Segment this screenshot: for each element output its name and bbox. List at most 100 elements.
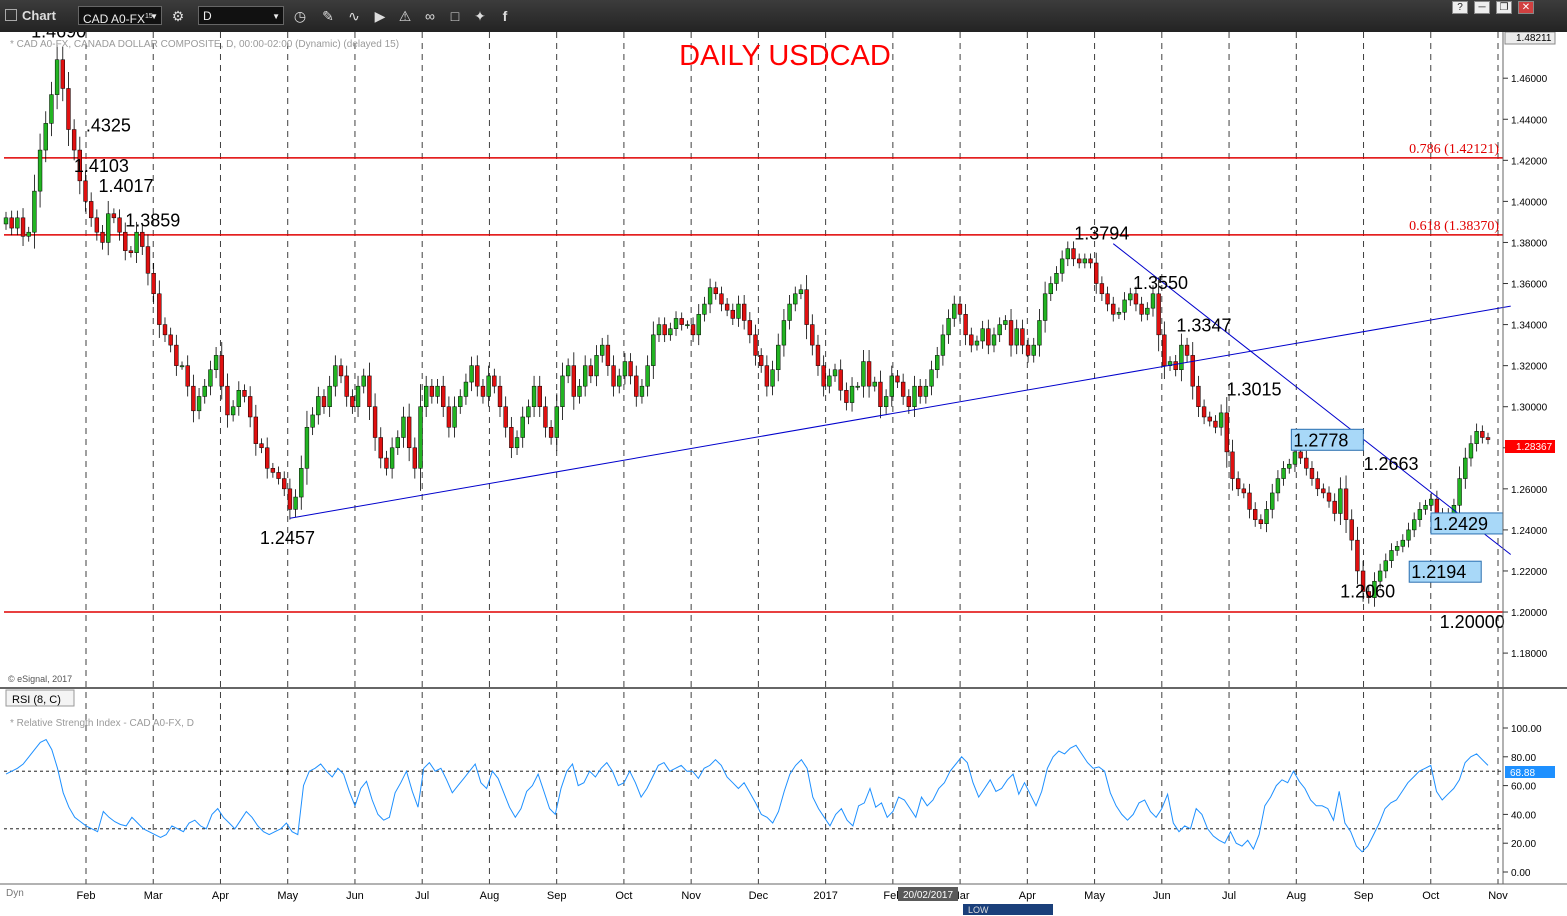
candle-body: [26, 231, 31, 237]
candle-body: [9, 217, 14, 229]
candle-body: [1031, 344, 1036, 356]
candle-body: [1463, 457, 1468, 479]
candle-body: [514, 437, 520, 449]
candle-body: [475, 365, 480, 387]
candle-body: [1457, 478, 1462, 506]
level-label: 0.618 (1.38370): [1409, 219, 1499, 234]
annotation-label: 1.2778: [1293, 430, 1348, 450]
rsi-tick-label: 80.00: [1511, 753, 1536, 764]
comment-icon[interactable]: □: [445, 6, 465, 26]
candle-body: [974, 340, 980, 346]
candle-body: [651, 334, 656, 366]
candle-body: [1122, 299, 1127, 313]
chart-area[interactable]: 0.786 (1.42121)0.618 (1.38370) 1.4690.43…: [0, 32, 1567, 916]
candle-body: [906, 396, 912, 407]
candle-body: [724, 303, 730, 311]
candle-body: [1156, 293, 1161, 336]
price-tick-label: 1.26000: [1511, 485, 1548, 496]
candle-body: [520, 416, 525, 438]
candle-body: [1065, 248, 1070, 260]
candle-body: [1304, 457, 1309, 469]
price-chart[interactable]: 0.786 (1.42121)0.618 (1.38370) 1.4690.43…: [0, 32, 1567, 916]
candle-body: [162, 324, 168, 336]
minimize-button[interactable]: ─: [1474, 1, 1490, 14]
annotation-label: 1.2060: [1340, 582, 1395, 602]
candle-body: [236, 390, 241, 407]
candle-body: [1133, 293, 1139, 305]
candle-body: [37, 149, 43, 192]
candle-body: [247, 396, 253, 418]
play-icon[interactable]: ▶: [370, 6, 390, 26]
candle-body: [15, 217, 20, 229]
rsi-pane: 100.00 80.00 60.00 40.00 20.00 0.00: [4, 689, 1542, 879]
candle-body: [157, 293, 162, 325]
candle-body: [321, 396, 327, 407]
candle-body: [776, 344, 781, 371]
twitter-icon[interactable]: ✦: [470, 6, 490, 26]
candle-body: [265, 447, 270, 469]
candle-body: [946, 318, 951, 336]
candle-body: [1235, 478, 1241, 490]
rsi-tick-label: 40.00: [1511, 810, 1536, 821]
candle-body: [582, 365, 588, 387]
candle-body: [1258, 519, 1264, 524]
chevron-down-icon[interactable]: ▼: [150, 7, 158, 26]
candle-body: [1281, 468, 1286, 479]
annotation-label: 1.3794: [1074, 224, 1129, 244]
candle-body: [713, 287, 718, 295]
annotation-label: 1.3550: [1133, 273, 1188, 293]
candle-body: [986, 328, 991, 346]
candle-body: [1128, 293, 1133, 301]
candle-body: [702, 303, 707, 315]
rsi-label[interactable]: RSI (8, C): [12, 694, 61, 706]
candle-body: [1412, 519, 1417, 531]
candle-body: [1224, 412, 1229, 453]
price-axis: 1.46000 1.44000 1.42000 1.40000 1.38000 1.360…: [0, 32, 1567, 885]
maximize-button[interactable]: ❐: [1496, 1, 1512, 14]
top-price-label: 1.48211: [1516, 33, 1552, 44]
link-icon[interactable]: ∞: [420, 6, 440, 26]
candle-body: [304, 426, 310, 469]
candle-body: [1480, 431, 1485, 438]
candle-body: [1315, 478, 1320, 490]
candle-body: [1292, 451, 1298, 465]
settings-gear-icon[interactable]: ⚙: [168, 6, 188, 26]
candle-body: [429, 385, 435, 397]
clock-icon[interactable]: ◷: [290, 6, 310, 26]
candle-body: [1088, 258, 1093, 264]
candle-body: [832, 369, 838, 377]
candle-body: [1423, 505, 1428, 510]
candle-body: [679, 318, 684, 325]
help-button[interactable]: ?: [1452, 1, 1468, 14]
chevron-down-icon[interactable]: ▼: [272, 7, 280, 26]
candle-body: [741, 303, 747, 321]
curve-icon[interactable]: ∿: [344, 6, 364, 26]
pencil-icon[interactable]: ✎: [318, 6, 338, 26]
symbol-value: CAD A0-FX: [83, 12, 146, 26]
candle-body: [634, 375, 639, 397]
candle-body: [1048, 283, 1053, 295]
candle-body: [128, 250, 134, 253]
candle-body: [1309, 468, 1315, 479]
candle-body: [367, 375, 372, 407]
dyn-label[interactable]: Dyn: [6, 888, 24, 899]
annotation-label: 1.4103: [74, 156, 129, 176]
candle-body: [628, 361, 633, 377]
facebook-icon[interactable]: f: [495, 6, 515, 26]
candle-body: [378, 437, 383, 459]
candle-body: [299, 468, 304, 498]
candle-body: [1059, 258, 1065, 274]
rsi-tick-label: 0.00: [1511, 868, 1531, 879]
candle-body: [202, 385, 207, 397]
candle-body: [168, 334, 173, 346]
interval-input[interactable]: D ▼: [198, 6, 284, 25]
symbol-input[interactable]: CAD A0-FX15 ▼: [78, 6, 162, 26]
candle-body: [560, 375, 565, 407]
annotation-label: 1.2457: [260, 528, 315, 548]
close-button[interactable]: ✕: [1518, 1, 1534, 14]
candle-body: [588, 365, 594, 377]
alert-icon[interactable]: ⚠: [395, 6, 415, 26]
month-label: Jul: [415, 890, 429, 902]
price-tick-label: 1.36000: [1511, 280, 1548, 291]
candle-body: [20, 217, 26, 237]
